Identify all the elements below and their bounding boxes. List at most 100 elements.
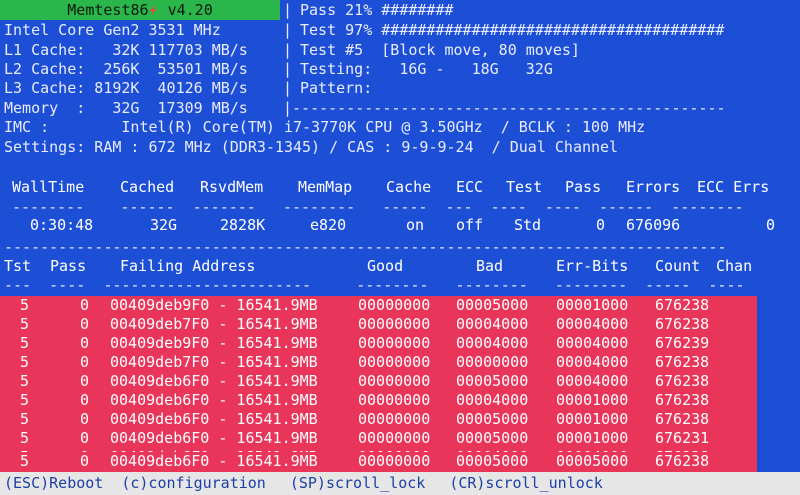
err-header-tst: Tst [4, 257, 32, 275]
cpu-info: Intel Core Gen2 3531 MHz [4, 21, 221, 39]
row-tst: 5 [20, 410, 30, 428]
row-address: 00409deb6F0 - 16541.9MB [110, 372, 318, 390]
row-tst: 5 [20, 334, 30, 352]
row-tst: 5 [20, 315, 30, 333]
row-pass: 0 [80, 334, 90, 352]
err-header-pass: Pass [50, 257, 87, 275]
header-underline: --- ---- ----------------------- -------… [4, 276, 745, 294]
reboot-key[interactable]: (ESC)Reboot [4, 474, 103, 492]
stats-walltime: 0:30:48 [30, 216, 94, 234]
key-help-bar: (ESC)Reboot (c)configuration (SP)scroll_lo… [0, 472, 800, 495]
row-pass: 0 [80, 353, 90, 371]
stats-ecc-errs: 0 [766, 216, 776, 234]
row-errbits: 00001000 [556, 410, 629, 428]
row-bad: 00005000 [456, 410, 529, 428]
scroll-lock-key[interactable]: (SP)scroll_lock [290, 474, 425, 492]
row-address: 00409deb6F0 - 16541.9MB [110, 452, 318, 470]
row-tst: 5 [20, 452, 30, 470]
scroll-unlock-key[interactable]: (CR)scroll_unlock [449, 474, 603, 492]
row-count: 676239 [655, 334, 710, 352]
row-errbits: 00001000 [556, 391, 629, 409]
row-bad: 00005000 [456, 429, 529, 447]
row-errbits: 00001000 [556, 296, 629, 314]
stats-header-test: Test [506, 178, 543, 196]
row-good: 00000000 [358, 452, 431, 470]
app-title-bar: Memtest86+ v4.20 [0, 0, 280, 20]
stats-memmap: e820 [310, 216, 347, 234]
table-row: 5 0 00409deb9F0 - 16541.9MB 00000000 000… [0, 334, 757, 353]
row-errbits: 00001000 [556, 429, 629, 447]
row-count: 676238 [655, 353, 710, 371]
separator: | [283, 1, 293, 19]
stats-test: Std [514, 216, 542, 234]
row-tst: 5 [20, 372, 30, 390]
row-good: 00000000 [358, 372, 431, 390]
row-bad: 00004000 [456, 391, 529, 409]
row-address: 00409deb6F0 - 16541.9MB [110, 429, 318, 447]
row-good: 00000000 [358, 353, 431, 371]
row-good: 00000000 [358, 334, 431, 352]
stats-rsvdmem: 2828K [220, 216, 266, 234]
stats-header-errors: Errors [626, 178, 681, 196]
row-address: 00409deb7F0 - 16541.9MB [110, 315, 318, 333]
section-divider: ----------------------------------------… [4, 238, 727, 256]
row-address: 00409deb9F0 - 16541.9MB [110, 334, 318, 352]
separator: | [283, 79, 293, 97]
imc-info: IMC : Intel(R) Core(TM) i7-3770K CPU @ 3… [4, 118, 646, 136]
row-bad: 00005000 [456, 372, 529, 390]
err-header-count: Count [655, 257, 701, 275]
row-count: 676238 [655, 391, 710, 409]
l1-cache-info: L1 Cache: 32K 117703 MB/s [4, 41, 248, 59]
row-good: 00000000 [358, 429, 431, 447]
test-progress: Test 97% ###############################… [300, 21, 725, 39]
testing-range: Testing: 16G - 18G 32G [300, 60, 553, 78]
table-row: 5 0 00409deb6F0 - 16541.9MB 00000000 000… [0, 452, 757, 472]
row-good: 00000000 [358, 410, 431, 428]
stats-header-rsvdmem: RsvdMem [200, 178, 264, 196]
row-pass: 0 [80, 452, 90, 470]
stats-cache: on [406, 216, 425, 234]
row-count: 676238 [655, 410, 710, 428]
row-pass: 0 [80, 315, 90, 333]
row-tst: 5 [20, 429, 30, 447]
settings-info: Settings: RAM : 672 MHz (DDR3-1345) / CA… [4, 138, 619, 156]
row-bad: 00005000 [456, 296, 529, 314]
stats-header-ecc-errs: ECC Errs [697, 178, 770, 196]
table-row: 5 0 00409deb6F0 - 16541.9MB 00000000 000… [0, 372, 757, 391]
l2-cache-info: L2 Cache: 256K 53501 MB/s [4, 60, 248, 78]
err-header-errbits: Err-Bits [556, 257, 629, 275]
stats-pass: 0 [596, 216, 606, 234]
row-pass: 0 [80, 410, 90, 428]
err-header-good: Good [367, 257, 404, 275]
err-header-address: Failing Address [120, 257, 256, 275]
row-tst: 5 [20, 296, 30, 314]
row-pass: 0 [80, 372, 90, 390]
table-row: 5 0 00409deb7F0 - 16541.9MB 00000000 000… [0, 315, 757, 334]
row-address: 00409deb6F0 - 16541.9MB [110, 410, 318, 428]
row-count: 676238 [655, 452, 710, 470]
row-pass: 0 [80, 391, 90, 409]
row-tst: 5 [20, 353, 30, 371]
separator: | [283, 21, 293, 39]
current-test: Test #5 [Block move, 80 moves] [300, 41, 580, 59]
separator: | [283, 41, 293, 59]
row-count: 676231 [655, 429, 710, 447]
row-bad: 00005000 [456, 452, 529, 470]
configuration-key[interactable]: (c)configuration [121, 474, 266, 492]
row-bad: 00004000 [456, 334, 529, 352]
app-title: Memtest86 [67, 1, 149, 19]
row-bad: 00000000 [456, 353, 529, 371]
table-row: 5 0 00409deb7F0 - 16541.9MB 00000000 000… [0, 353, 757, 372]
row-address: 00409deb9F0 - 16541.9MB [110, 296, 318, 314]
row-errbits: 00005000 [556, 452, 629, 470]
stats-cached: 32G [150, 216, 178, 234]
l3-cache-info: L3 Cache: 8192K 40126 MB/s [4, 79, 248, 97]
row-good: 00000000 [358, 391, 431, 409]
row-errbits: 00004000 [556, 315, 629, 333]
app-version: v4.20 [167, 1, 213, 19]
pattern-info: Pattern: [300, 79, 373, 97]
row-errbits: 00004000 [556, 334, 629, 352]
stats-ecc: off [456, 216, 484, 234]
table-row: 5 0 00409deb6F0 - 16541.9MB 00000000 000… [0, 391, 757, 410]
stats-header-ecc: ECC [456, 178, 484, 196]
